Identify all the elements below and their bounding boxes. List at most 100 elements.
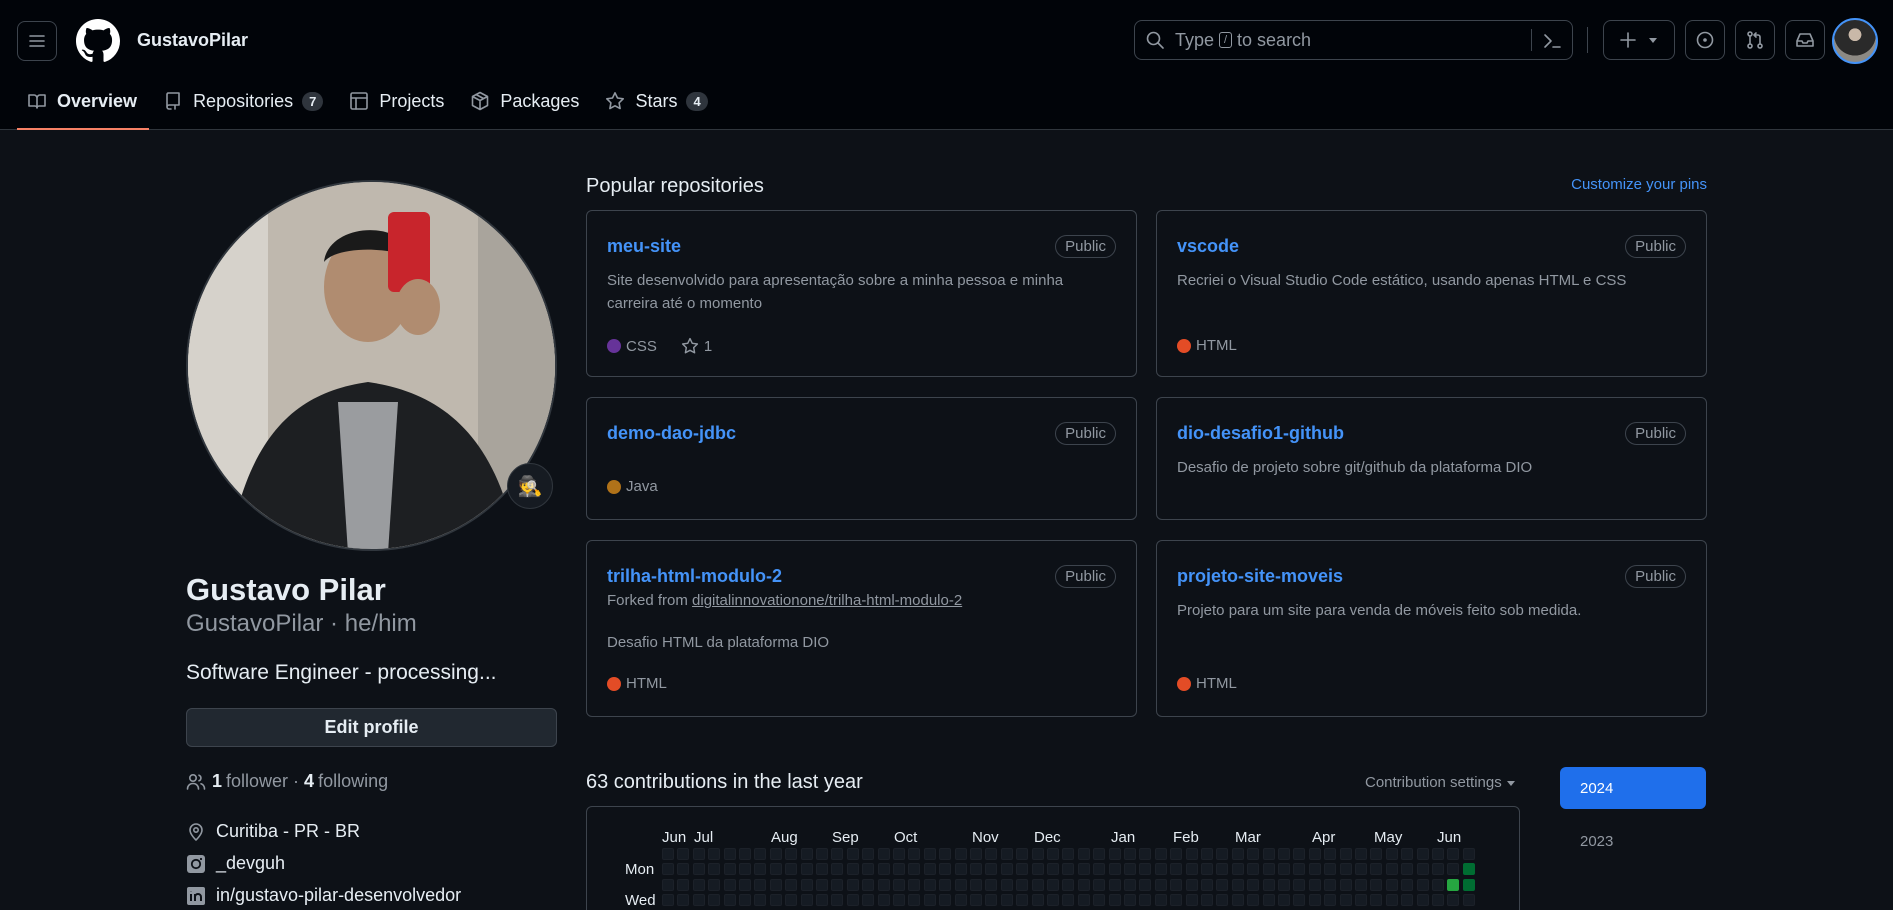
- contribution-cell[interactable]: [1416, 848, 1429, 860]
- contribution-cell[interactable]: [723, 894, 736, 907]
- contribution-cell[interactable]: [1293, 878, 1306, 891]
- contribution-cell[interactable]: [1308, 894, 1321, 907]
- contribution-cell[interactable]: [862, 878, 875, 891]
- contribution-cell[interactable]: [800, 863, 813, 876]
- contribution-cell[interactable]: [1293, 863, 1306, 876]
- contribution-cell[interactable]: [1231, 894, 1244, 907]
- contribution-cell[interactable]: [846, 863, 859, 876]
- contribution-cell[interactable]: [954, 894, 967, 907]
- contribution-cell[interactable]: [1293, 894, 1306, 907]
- contribution-cell[interactable]: [769, 878, 782, 891]
- contribution-cell[interactable]: [1000, 863, 1013, 876]
- contribution-cell[interactable]: [754, 848, 767, 860]
- contribution-cell[interactable]: [1016, 878, 1029, 891]
- contribution-cell[interactable]: [1339, 894, 1352, 907]
- contribution-cell[interactable]: [1108, 878, 1121, 891]
- contribution-cell[interactable]: [1016, 894, 1029, 907]
- contribution-cell[interactable]: [692, 848, 705, 860]
- contribution-cell[interactable]: [1108, 848, 1121, 860]
- contribution-cell[interactable]: [739, 878, 751, 891]
- contribution-cell[interactable]: [1339, 848, 1352, 860]
- contribution-cell[interactable]: [1462, 848, 1475, 860]
- contribution-cell[interactable]: [1278, 863, 1290, 876]
- contribution-cell[interactable]: [708, 863, 721, 876]
- contribution-cell[interactable]: [1047, 894, 1059, 907]
- contribution-cell[interactable]: [816, 894, 828, 907]
- contribution-cell[interactable]: [1262, 894, 1275, 907]
- contribution-cell[interactable]: [1062, 863, 1075, 876]
- command-palette-icon[interactable]: [1542, 31, 1562, 51]
- contribution-cell[interactable]: [1077, 894, 1090, 907]
- contribution-cell[interactable]: [939, 863, 952, 876]
- profile-avatar[interactable]: [186, 180, 557, 551]
- pull-requests-button[interactable]: [1735, 20, 1775, 60]
- contribution-cell[interactable]: [877, 863, 890, 876]
- contribution-cell[interactable]: [677, 848, 690, 860]
- contribution-cell[interactable]: [739, 894, 751, 907]
- contribution-cell[interactable]: [1231, 848, 1244, 860]
- contribution-cell[interactable]: [677, 894, 690, 907]
- contribution-cell[interactable]: [1154, 848, 1167, 860]
- contribution-cell[interactable]: [831, 894, 844, 907]
- contribution-cell[interactable]: [1462, 863, 1475, 876]
- contribution-cell[interactable]: [1324, 848, 1337, 860]
- contribution-cell[interactable]: [1339, 863, 1352, 876]
- contribution-cell[interactable]: [662, 894, 674, 907]
- contribution-cell[interactable]: [893, 894, 905, 907]
- contribution-cell[interactable]: [923, 863, 936, 876]
- following-link[interactable]: 4 following: [304, 771, 388, 792]
- contribution-cell[interactable]: [1124, 878, 1136, 891]
- contribution-cell[interactable]: [862, 848, 875, 860]
- contribution-cell[interactable]: [970, 863, 982, 876]
- contribution-cell[interactable]: [1124, 848, 1136, 860]
- contribution-cell[interactable]: [1201, 863, 1213, 876]
- contribution-cell[interactable]: [723, 878, 736, 891]
- contribution-cell[interactable]: [692, 863, 705, 876]
- contribution-cell[interactable]: [954, 878, 967, 891]
- contribution-cell[interactable]: [769, 848, 782, 860]
- contribution-cell[interactable]: [1139, 863, 1152, 876]
- contribution-cell[interactable]: [1124, 894, 1136, 907]
- contribution-cell[interactable]: [1093, 863, 1106, 876]
- contribution-cell[interactable]: [1416, 878, 1429, 891]
- customize-pins-link[interactable]: Customize your pins: [1571, 176, 1707, 193]
- contribution-cell[interactable]: [970, 894, 982, 907]
- contribution-cell[interactable]: [662, 863, 674, 876]
- edit-profile-button[interactable]: Edit profile: [186, 708, 557, 747]
- contribution-cell[interactable]: [1447, 848, 1460, 860]
- contribution-cell[interactable]: [800, 878, 813, 891]
- contribution-cell[interactable]: [831, 878, 844, 891]
- contribution-cell[interactable]: [1370, 894, 1383, 907]
- contribution-cell[interactable]: [1432, 848, 1444, 860]
- profile-instagram[interactable]: _devguh: [186, 853, 285, 874]
- followers-link[interactable]: 1 follower: [212, 771, 288, 792]
- contribution-cell[interactable]: [1077, 863, 1090, 876]
- contribution-cell[interactable]: [908, 863, 921, 876]
- contribution-cell[interactable]: [1185, 863, 1198, 876]
- contribution-cell[interactable]: [1385, 848, 1398, 860]
- contribution-cell[interactable]: [1278, 848, 1290, 860]
- contribution-cell[interactable]: [754, 863, 767, 876]
- contribution-cell[interactable]: [1247, 878, 1260, 891]
- contribution-cell[interactable]: [816, 848, 828, 860]
- contribution-cell[interactable]: [923, 894, 936, 907]
- tab-projects[interactable]: Projects: [339, 82, 456, 120]
- contribution-cell[interactable]: [893, 848, 905, 860]
- contribution-cell[interactable]: [1031, 878, 1044, 891]
- contribution-cell[interactable]: [846, 894, 859, 907]
- contribution-cell[interactable]: [1093, 894, 1106, 907]
- contribution-cell[interactable]: [1185, 894, 1198, 907]
- tab-stars[interactable]: Stars 4: [595, 82, 719, 120]
- search-input[interactable]: Type / to search: [1134, 20, 1573, 60]
- contribution-cell[interactable]: [662, 878, 674, 891]
- contribution-cell[interactable]: [923, 878, 936, 891]
- contribution-cell[interactable]: [1139, 878, 1152, 891]
- contribution-cell[interactable]: [1432, 878, 1444, 891]
- contribution-cell[interactable]: [769, 894, 782, 907]
- contribution-cell[interactable]: [831, 863, 844, 876]
- contribution-cell[interactable]: [1154, 863, 1167, 876]
- contribution-cell[interactable]: [1016, 848, 1029, 860]
- contribution-cell[interactable]: [1154, 894, 1167, 907]
- contribution-cell[interactable]: [893, 878, 905, 891]
- contribution-cell[interactable]: [692, 878, 705, 891]
